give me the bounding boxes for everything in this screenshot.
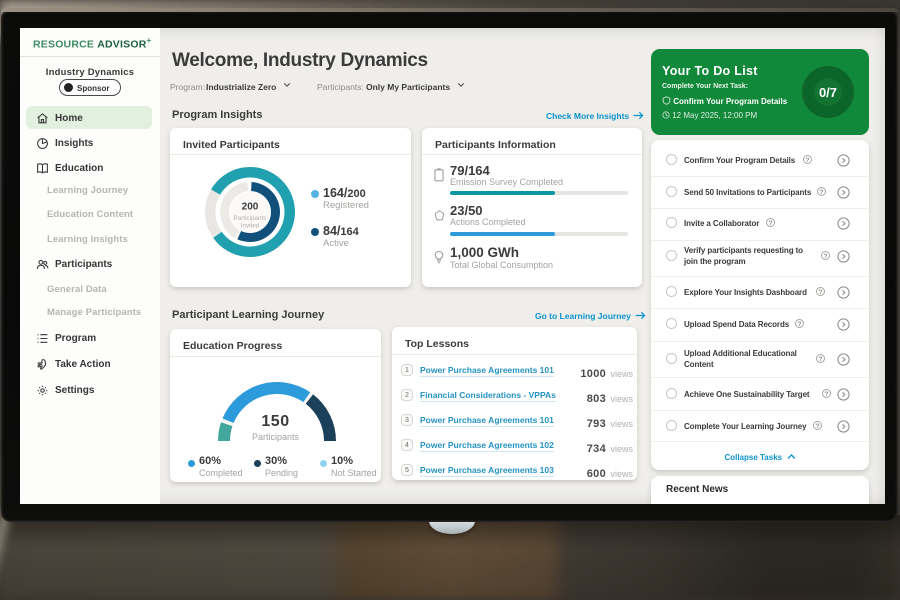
svg-text:Invited: Invited [241, 223, 260, 230]
svg-text:200: 200 [242, 202, 259, 213]
svg-text:Participants: Participants [234, 215, 267, 222]
